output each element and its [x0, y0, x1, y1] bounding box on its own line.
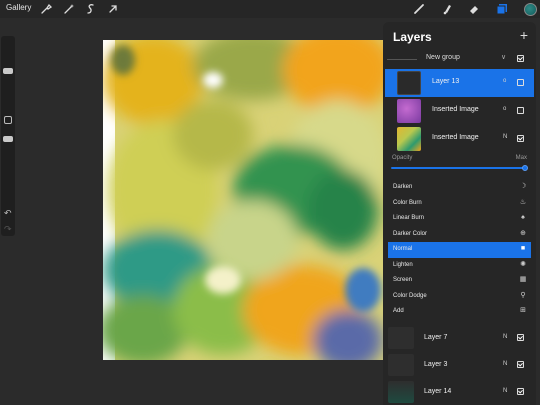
opacity-slider-knob[interactable]	[522, 165, 528, 171]
blend-mode-indicator[interactable]: o	[503, 78, 506, 84]
redo-icon[interactable]: ↷	[4, 224, 12, 235]
blend-mode-indicator[interactable]: N	[503, 388, 507, 394]
add-layer-button[interactable]: +	[520, 27, 528, 43]
brush-size-slider[interactable]	[3, 68, 13, 74]
blend-mode-color-burn[interactable]: Color Burn ♨	[388, 196, 531, 212]
watercolor-artwork	[103, 40, 383, 360]
top-toolbar: Gallery	[0, 0, 540, 18]
layer-visibility-checkbox[interactable]	[517, 334, 524, 341]
blend-mode-label: Color Dodge	[393, 292, 427, 299]
blend-mode-indicator[interactable]: N	[503, 134, 507, 140]
layer-name: Layer 3	[424, 361, 448, 368]
plus-circle-icon: ⊕	[520, 229, 526, 237]
undo-icon[interactable]: ↶	[4, 208, 12, 219]
fire-icon: ♠	[521, 214, 525, 221]
layer-thumbnail	[397, 99, 421, 123]
blend-mode-label: Add	[393, 308, 404, 314]
modify-button[interactable]	[4, 116, 12, 124]
layer-visibility-checkbox[interactable]	[517, 135, 524, 142]
chevron-down-icon[interactable]: ∨	[501, 53, 506, 61]
sun-icon: ✺	[520, 260, 526, 268]
opacity-label: Opacity	[392, 155, 413, 161]
blend-mode-indicator[interactable]: N	[503, 334, 507, 340]
layer-name: Inserted Image	[432, 106, 479, 113]
flame-icon: ♨	[519, 198, 527, 206]
selection-icon[interactable]	[84, 2, 98, 16]
blend-mode-darker-color[interactable]: Darker Color ⊕	[388, 227, 531, 243]
group-label: New group	[426, 54, 460, 61]
layer-visibility-checkbox[interactable]	[517, 107, 524, 114]
layer-name: Inserted Image	[432, 134, 479, 141]
blend-mode-darken[interactable]: Darken ☽	[388, 180, 531, 196]
layer-name: Layer 13	[432, 78, 460, 85]
divider	[387, 59, 417, 60]
drawing-canvas[interactable]	[103, 40, 383, 360]
blend-mode-label: Linear Burn	[393, 215, 425, 221]
layers-icon[interactable]	[495, 2, 509, 16]
add-icon: ⊞	[520, 307, 526, 314]
eraser-icon[interactable]	[467, 2, 481, 16]
blend-mode-label: Darken	[393, 184, 413, 190]
group-visibility-checkbox[interactable]	[517, 55, 524, 62]
blend-mode-list: Darken ☽ Color Burn ♨ Linear Burn ♠ Dark…	[388, 180, 531, 320]
layer-thumbnail	[397, 71, 421, 95]
square-icon: ■	[520, 245, 526, 252]
blend-mode-label: Screen	[393, 277, 413, 283]
blend-mode-label: Color Burn	[393, 199, 422, 206]
layer-row-inserted-image[interactable]: Inserted Image o	[385, 97, 534, 125]
opacity-max-label: Max	[515, 155, 527, 161]
layer-thumbnail	[388, 354, 414, 376]
layer-row-inserted-image[interactable]: Inserted Image N	[385, 125, 534, 153]
layer-visibility-checkbox[interactable]	[517, 388, 524, 395]
layer-thumbnail	[388, 327, 414, 349]
layer-visibility-checkbox[interactable]	[517, 79, 524, 86]
layer-thumbnail	[397, 127, 421, 151]
blend-mode-label: Darker Color	[393, 230, 428, 237]
layers-panel: Layers + New group ∨ Layer 13 o Inserted…	[383, 22, 536, 405]
transform-arrow-icon[interactable]	[106, 2, 120, 16]
color-picker-button[interactable]	[524, 3, 537, 16]
screen-icon: ▦	[519, 276, 527, 283]
moon-icon: ☽	[519, 183, 527, 190]
blend-mode-indicator[interactable]: o	[503, 106, 506, 112]
blend-mode-linear-burn[interactable]: Linear Burn ♠	[388, 211, 531, 227]
blend-mode-screen[interactable]: Screen ▦	[388, 273, 531, 289]
blend-mode-color-dodge[interactable]: Color Dodge ⚲	[388, 289, 531, 305]
opacity-slider[interactable]	[3, 136, 13, 142]
layer-row-layer-13[interactable]: Layer 13 o	[385, 69, 534, 97]
layer-row-layer-14[interactable]: Layer 14 N	[385, 379, 534, 404]
magnifier-icon: ⚲	[520, 291, 526, 299]
blend-mode-label: Lighten	[393, 261, 413, 268]
brush-icon[interactable]	[412, 2, 426, 16]
layer-name: Layer 14	[424, 388, 452, 395]
layer-name: Layer 7	[424, 334, 448, 341]
blend-mode-add[interactable]: Add ⊞	[388, 304, 531, 320]
blend-mode-indicator[interactable]: N	[503, 361, 507, 367]
smudge-icon[interactable]	[440, 2, 454, 16]
blend-mode-label: Normal	[393, 246, 413, 252]
blend-mode-normal[interactable]: Normal ■	[388, 242, 531, 258]
layer-thumbnail	[388, 381, 414, 403]
wrench-icon[interactable]	[39, 2, 53, 16]
layer-visibility-checkbox[interactable]	[517, 361, 524, 368]
blend-mode-lighten[interactable]: Lighten ✺	[388, 258, 531, 274]
layer-group-row[interactable]: New group ∨	[383, 52, 536, 66]
magic-wand-icon[interactable]	[62, 2, 76, 16]
left-sidebar: ↶ ↷	[1, 36, 15, 236]
layer-row-layer-3[interactable]: Layer 3 N	[385, 352, 534, 377]
layer-row-layer-7[interactable]: Layer 7 N	[385, 325, 534, 350]
panel-title: Layers	[393, 30, 432, 44]
opacity-slider-track[interactable]	[391, 167, 524, 169]
gallery-button[interactable]: Gallery	[6, 3, 31, 12]
